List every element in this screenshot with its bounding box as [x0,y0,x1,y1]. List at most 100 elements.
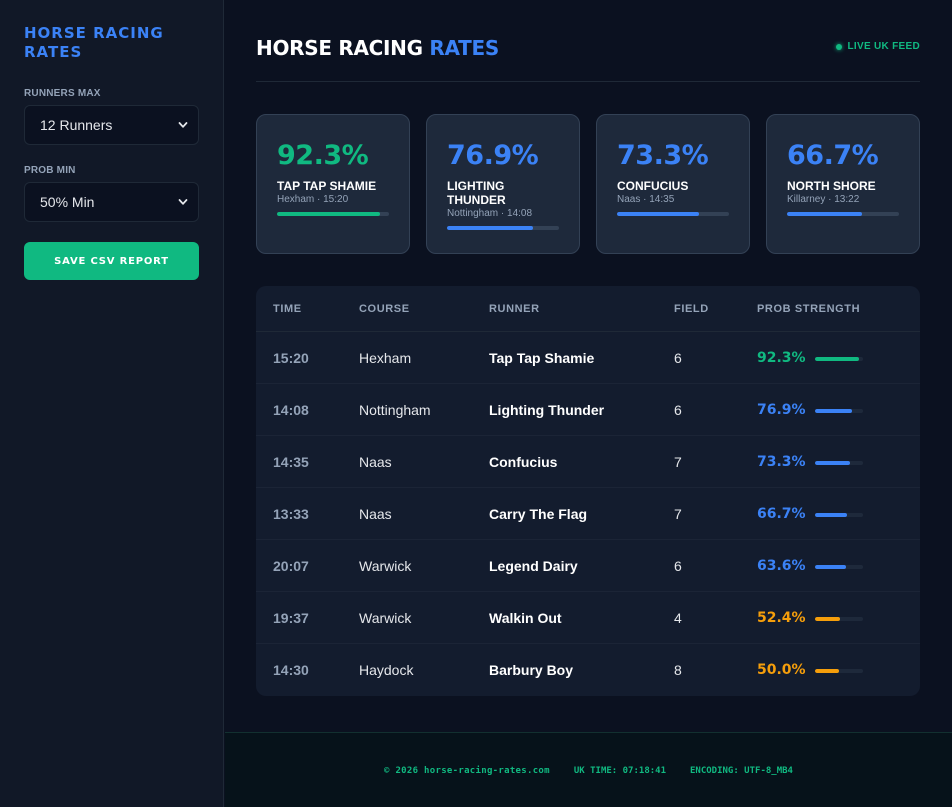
row-prob: 52.4% [757,610,806,626]
row-field: 6 [674,350,682,366]
row-strength-fill [815,409,852,413]
row-strength-fill [815,669,839,673]
live-dot-icon [835,43,842,50]
live-feed-label: LIVE UK FEED [847,41,920,52]
table-row[interactable]: 13:33 Naas Carry The Flag 7 66.7% [256,488,920,540]
row-strength-fill [815,565,846,569]
main-content: HORSE RACING RATES LIVE UK FEED 92.3% TA… [225,0,952,732]
rates-table: TIME COURSE RUNNER FIELD PROB STRENGTH 1… [256,286,920,696]
row-strength-bar [815,357,863,361]
table-row[interactable]: 14:35 Naas Confucius 7 73.3% [256,436,920,488]
row-time: 14:08 [273,402,309,418]
row-prob: 76.9% [757,402,806,418]
row-strength-bar [815,409,863,413]
row-time: 14:30 [273,662,309,678]
column-header-runner[interactable]: RUNNER [489,303,540,315]
page-title-accent: RATES [429,36,499,60]
page-header: HORSE RACING RATES LIVE UK FEED [256,0,920,82]
row-strength-bar [815,617,863,621]
row-prob: 50.0% [757,662,806,678]
save-csv-report-button[interactable]: SAVE CSV REPORT [24,242,199,280]
chevron-down-icon [178,122,188,128]
card-progress-fill [787,212,863,216]
column-header-field[interactable]: FIELD [674,303,709,315]
card-runner-name: CONFUCIUS [617,179,689,193]
brand-logo-text: HORSE RACING RATES [24,24,164,61]
footer-encoding: ENCODING: UTF-8_MB4 [690,766,793,776]
card-progress-fill [617,212,699,216]
row-strength-fill [815,513,848,517]
card-percentage: 73.3% [617,140,709,171]
row-runner: Walkin Out [489,610,562,626]
row-strength-fill [815,461,851,465]
card-meta: Naas · 14:35 [617,194,675,205]
footer: © 2026 horse-racing-rates.com UK TIME: 0… [225,732,952,807]
row-strength-bar [815,669,863,673]
row-field: 7 [674,506,682,522]
row-time: 13:33 [273,506,309,522]
card-meta: Hexham · 15:20 [277,194,349,205]
pick-card[interactable]: 92.3% TAP TAP SHAMIE Hexham · 15:20 [256,114,410,254]
card-progress-bar [787,212,899,216]
table-row[interactable]: 15:20 Hexham Tap Tap Shamie 6 92.3% [256,332,920,384]
table-row[interactable]: 14:08 Nottingham Lighting Thunder 6 76.9% [256,384,920,436]
prob-min-select[interactable]: 50% Min [24,182,199,222]
prob-min-value: 50% Min [40,194,95,210]
row-prob: 73.3% [757,454,806,470]
card-progress-bar [447,226,559,230]
row-strength-fill [815,357,860,361]
table-row[interactable]: 19:37 Warwick Walkin Out 4 52.4% [256,592,920,644]
row-course: Haydock [359,662,414,678]
card-runner-name: LIGHTING THUNDER [447,179,506,207]
row-course: Hexham [359,350,412,366]
page-title-main: HORSE RACING [256,36,423,60]
row-prob: 66.7% [757,506,806,522]
row-course: Warwick [359,610,412,626]
row-runner: Legend Dairy [489,558,578,574]
row-field: 6 [674,558,682,574]
top-picks-cards: 92.3% TAP TAP SHAMIE Hexham · 15:20 76.9… [256,114,920,254]
row-time: 14:35 [273,454,309,470]
card-progress-bar [617,212,729,216]
table-header: TIME COURSE RUNNER FIELD PROB STRENGTH [256,286,920,332]
card-progress-bar [277,212,389,216]
footer-uk-time: UK TIME: 07:18:41 [573,766,666,776]
sidebar: HORSE RACING RATES RUNNERS MAX 12 Runner… [0,0,224,807]
row-strength-bar [815,565,863,569]
row-runner: Confucius [489,454,558,470]
runners-max-select[interactable]: 12 Runners [24,105,199,145]
pick-card[interactable]: 76.9% LIGHTING THUNDER Nottingham · 14:0… [426,114,580,254]
card-meta: Nottingham · 14:08 [447,208,533,219]
column-header-time[interactable]: TIME [273,303,302,315]
column-header-prob-strength[interactable]: PROB STRENGTH [757,303,860,315]
card-percentage: 66.7% [787,140,879,171]
row-course: Warwick [359,558,412,574]
row-strength-fill [815,617,841,621]
column-header-course[interactable]: COURSE [359,303,410,315]
row-time: 15:20 [273,350,309,366]
row-field: 7 [674,454,682,470]
row-runner: Lighting Thunder [489,402,605,418]
row-strength-bar [815,461,863,465]
table-row[interactable]: 20:07 Warwick Legend Dairy 6 63.6% [256,540,920,592]
row-runner: Barbury Boy [489,662,574,678]
row-runner: Carry The Flag [489,506,588,522]
runners-max-label: RUNNERS MAX [24,88,101,99]
pick-card[interactable]: 66.7% NORTH SHORE Killarney · 13:22 [766,114,920,254]
card-progress-fill [277,212,381,216]
pick-card[interactable]: 73.3% CONFUCIUS Naas · 14:35 [596,114,750,254]
card-progress-fill [447,226,534,230]
footer-copyright: © 2026 horse-racing-rates.com [384,766,550,776]
live-feed-indicator: LIVE UK FEED [835,41,921,52]
row-field: 6 [674,402,682,418]
row-course: Nottingham [359,402,431,418]
page-title: HORSE RACING RATES [256,36,499,60]
row-runner: Tap Tap Shamie [489,350,595,366]
card-runner-name: NORTH SHORE [787,179,876,193]
row-field: 4 [674,610,682,626]
prob-min-label: PROB MIN [24,165,76,176]
card-runner-name: TAP TAP SHAMIE [277,179,377,193]
table-row[interactable]: 14:30 Haydock Barbury Boy 8 50.0% [256,644,920,696]
card-percentage: 76.9% [447,140,539,171]
row-prob: 63.6% [757,558,806,574]
